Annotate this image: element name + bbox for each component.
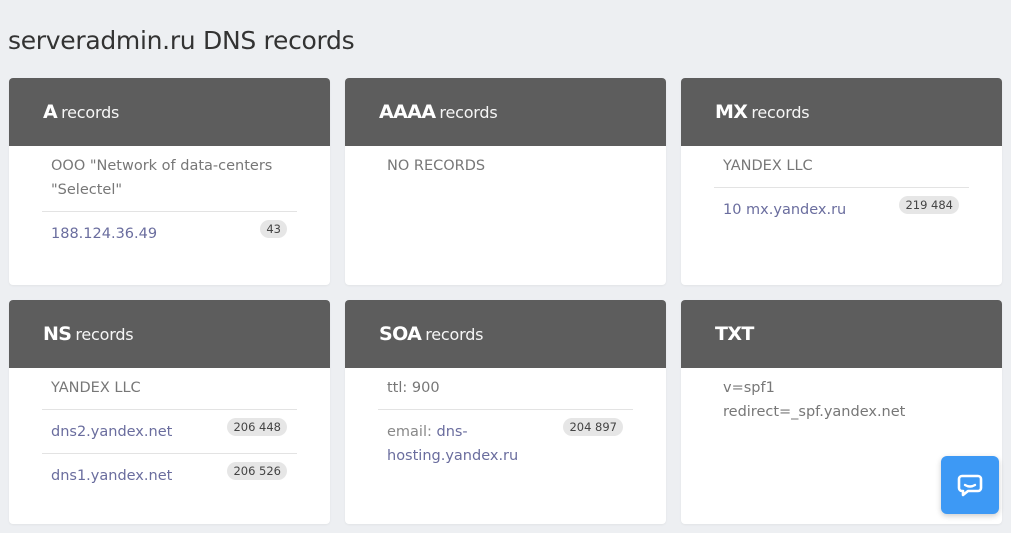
record-row: dns2.yandex.net 206 448	[42, 409, 297, 453]
record-value-link[interactable]: dns1.yandex.net	[51, 468, 172, 484]
page: serveradmin.ru DNS records A records OOO…	[0, 0, 1011, 533]
record-type: MX	[715, 101, 748, 123]
card-a-records: A records OOO "Network of data-centers "…	[9, 78, 330, 285]
usage-count-badge: 206 448	[227, 418, 287, 436]
record-type-suffix: records	[75, 324, 134, 344]
usage-count-badge: 204 897	[563, 418, 623, 436]
record-ttl: ttl: 900	[387, 380, 440, 396]
record-owner: OOO "Network of data-centers "Selectel"	[51, 158, 273, 198]
page-title: serveradmin.ru DNS records	[8, 26, 355, 55]
record-type: NS	[43, 323, 72, 345]
card-header: NS records	[9, 300, 330, 368]
record-row: 10 mx.yandex.ru 219 484	[714, 187, 969, 231]
card-mx-records: MX records YANDEX LLC 10 mx.yandex.ru 21…	[681, 78, 1002, 285]
txt-record-value: v=spf1 redirect=_spf.yandex.net	[723, 380, 906, 420]
record-type: A	[43, 101, 58, 123]
record-type-suffix: records	[439, 102, 498, 122]
chat-button[interactable]	[941, 456, 999, 514]
card-ns-records: NS records YANDEX LLC dns2.yandex.net 20…	[9, 300, 330, 524]
card-soa-records: SOA records ttl: 900 email: dns-hosting.…	[345, 300, 666, 524]
card-body: ttl: 900 email: dns-hosting.yandex.ru 20…	[345, 368, 666, 477]
card-header: TXT	[681, 300, 1002, 368]
record-row: email: dns-hosting.yandex.ru 204 897	[378, 409, 633, 477]
record-value-link[interactable]: 10 mx.yandex.ru	[723, 202, 846, 218]
record-type-suffix: records	[61, 102, 120, 122]
chat-bubble-icon	[957, 474, 983, 497]
usage-count-badge: 206 526	[227, 462, 287, 480]
card-body: NO RECORDS	[345, 146, 666, 187]
record-type: TXT	[715, 323, 754, 345]
record-type-suffix: records	[425, 324, 484, 344]
card-body: YANDEX LLC 10 mx.yandex.ru 219 484	[681, 146, 1002, 231]
record-value-link[interactable]: dns2.yandex.net	[51, 424, 172, 440]
card-header: SOA records	[345, 300, 666, 368]
record-owner: YANDEX LLC	[51, 380, 141, 396]
card-header: AAAA records	[345, 78, 666, 146]
record-row: 188.124.36.49 43	[42, 211, 297, 255]
card-body: OOO "Network of data-centers "Selectel" …	[9, 146, 330, 255]
record-label: email:	[387, 424, 432, 440]
record-type: SOA	[379, 323, 422, 345]
card-body: v=spf1 redirect=_spf.yandex.net	[681, 368, 1002, 433]
record-type-suffix: records	[751, 102, 810, 122]
record-owner: YANDEX LLC	[723, 158, 813, 174]
no-records-text: NO RECORDS	[387, 158, 486, 174]
record-value-link[interactable]: 188.124.36.49	[51, 226, 157, 242]
card-body: YANDEX LLC dns2.yandex.net 206 448 dns1.…	[9, 368, 330, 497]
record-type: AAAA	[379, 101, 436, 123]
card-header: A records	[9, 78, 330, 146]
card-header: MX records	[681, 78, 1002, 146]
card-aaaa-records: AAAA records NO RECORDS	[345, 78, 666, 285]
usage-count-badge: 219 484	[899, 196, 959, 214]
usage-count-badge: 43	[260, 220, 287, 238]
record-row: dns1.yandex.net 206 526	[42, 453, 297, 497]
